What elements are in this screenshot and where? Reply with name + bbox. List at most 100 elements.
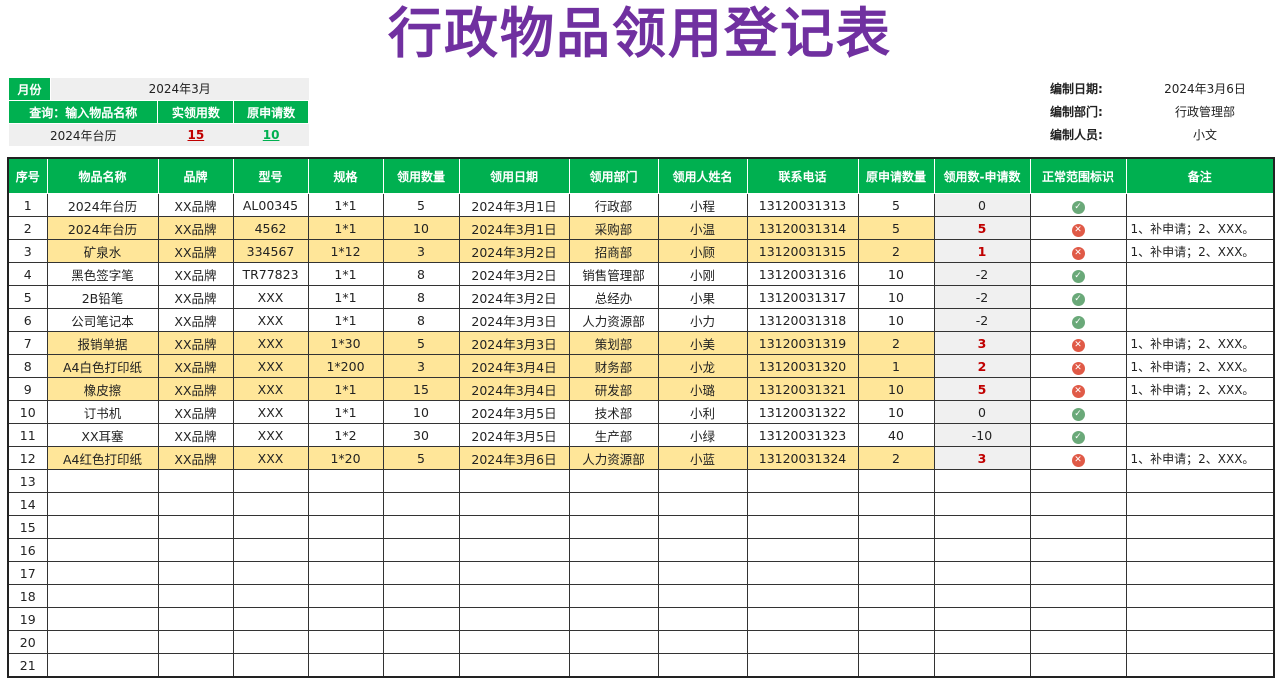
cell-model[interactable]: AL00345 bbox=[232, 193, 309, 217]
empty-cell[interactable] bbox=[857, 469, 935, 493]
empty-cell[interactable] bbox=[307, 561, 384, 585]
cell-spec[interactable]: 1*1 bbox=[307, 377, 384, 401]
cell-spec[interactable]: 1*30 bbox=[307, 331, 384, 355]
cell-note[interactable]: 1、补申请；2、XXX。 bbox=[1125, 446, 1275, 470]
empty-cell[interactable] bbox=[157, 584, 234, 608]
cell-dept[interactable]: 策划部 bbox=[568, 331, 659, 355]
cell-name[interactable]: 橡皮擦 bbox=[46, 377, 159, 401]
empty-cell[interactable] bbox=[568, 515, 659, 539]
cell-dept[interactable]: 采购部 bbox=[568, 216, 659, 240]
empty-cell[interactable] bbox=[458, 469, 570, 493]
empty-cell[interactable] bbox=[307, 653, 384, 678]
cell-req[interactable]: 5 bbox=[857, 193, 935, 217]
cell-phone[interactable]: 13120031323 bbox=[746, 423, 859, 447]
empty-cell[interactable] bbox=[568, 469, 659, 493]
empty-cell[interactable] bbox=[657, 492, 748, 516]
cell-no[interactable]: 9 bbox=[7, 377, 48, 401]
table-row[interactable]: 10 订书机 XX品牌 XXX 1*1 10 2024年3月5日 技术部 小利 131200313… bbox=[7, 400, 1275, 424]
cell-qty[interactable]: 10 bbox=[382, 400, 460, 424]
cell-name[interactable]: 订书机 bbox=[46, 400, 159, 424]
cell-name[interactable]: 黑色签字笔 bbox=[46, 262, 159, 286]
empty-cell[interactable] bbox=[382, 492, 460, 516]
cell-name[interactable]: A4白色打印纸 bbox=[46, 354, 159, 378]
empty-cell[interactable] bbox=[46, 607, 159, 631]
cell-person[interactable]: 小龙 bbox=[657, 354, 748, 378]
cell-model[interactable]: TR77823 bbox=[232, 262, 309, 286]
empty-cell[interactable] bbox=[157, 538, 234, 562]
cell-req[interactable]: 1 bbox=[857, 354, 935, 378]
person-value[interactable]: 小文 bbox=[1130, 126, 1280, 143]
cell-diff[interactable]: 5 bbox=[933, 377, 1031, 401]
empty-cell[interactable] bbox=[458, 584, 570, 608]
empty-cell[interactable] bbox=[1029, 630, 1127, 654]
cell-date[interactable]: 2024年3月4日 bbox=[458, 354, 570, 378]
cell-req[interactable]: 40 bbox=[857, 423, 935, 447]
empty-cell[interactable] bbox=[458, 561, 570, 585]
empty-cell[interactable] bbox=[568, 607, 659, 631]
empty-cell[interactable] bbox=[157, 492, 234, 516]
empty-cell[interactable] bbox=[1029, 653, 1127, 678]
empty-cell[interactable] bbox=[1029, 607, 1127, 631]
empty-cell[interactable] bbox=[746, 515, 859, 539]
cell-brand[interactable]: XX品牌 bbox=[157, 193, 234, 217]
cell-note[interactable] bbox=[1125, 423, 1275, 447]
empty-cell[interactable] bbox=[568, 561, 659, 585]
empty-cell[interactable] bbox=[933, 630, 1031, 654]
empty-cell[interactable] bbox=[746, 538, 859, 562]
cell-no[interactable]: 14 bbox=[7, 492, 48, 516]
empty-cell[interactable] bbox=[568, 584, 659, 608]
cell-name[interactable]: A4红色打印纸 bbox=[46, 446, 159, 470]
cell-diff[interactable]: 3 bbox=[933, 446, 1031, 470]
cell-no[interactable]: 10 bbox=[7, 400, 48, 424]
empty-cell[interactable] bbox=[933, 653, 1031, 678]
empty-cell[interactable] bbox=[933, 561, 1031, 585]
cell-no[interactable]: 3 bbox=[7, 239, 48, 263]
empty-row[interactable]: 19 bbox=[7, 607, 1275, 631]
cell-no[interactable]: 13 bbox=[7, 469, 48, 493]
empty-cell[interactable] bbox=[1029, 515, 1127, 539]
empty-cell[interactable] bbox=[232, 538, 309, 562]
cell-req[interactable]: 2 bbox=[857, 239, 935, 263]
empty-cell[interactable] bbox=[1029, 584, 1127, 608]
cell-qty[interactable]: 8 bbox=[382, 308, 460, 332]
cell-brand[interactable]: XX品牌 bbox=[157, 262, 234, 286]
empty-cell[interactable] bbox=[157, 469, 234, 493]
cell-date[interactable]: 2024年3月2日 bbox=[458, 262, 570, 286]
cell-qty[interactable]: 10 bbox=[382, 216, 460, 240]
empty-cell[interactable] bbox=[857, 607, 935, 631]
empty-cell[interactable] bbox=[46, 653, 159, 678]
cell-phone[interactable]: 13120031315 bbox=[746, 239, 859, 263]
cell-dept[interactable]: 生产部 bbox=[568, 423, 659, 447]
cell-dept[interactable]: 技术部 bbox=[568, 400, 659, 424]
cell-req[interactable]: 10 bbox=[857, 400, 935, 424]
cell-req[interactable]: 2 bbox=[857, 446, 935, 470]
empty-cell[interactable] bbox=[307, 607, 384, 631]
empty-cell[interactable] bbox=[232, 492, 309, 516]
table-row[interactable]: 3 矿泉水 XX品牌 334567 1*12 3 2024年3月2日 招商部 小顾 1312003… bbox=[7, 239, 1275, 263]
table-row[interactable]: 12 A4红色打印纸 XX品牌 XXX 1*20 5 2024年3月6日 人力资源部 小蓝 131… bbox=[7, 446, 1275, 470]
empty-cell[interactable] bbox=[568, 492, 659, 516]
table-row[interactable]: 7 报销单据 XX品牌 XXX 1*30 5 2024年3月3日 策划部 小美 131200313… bbox=[7, 331, 1275, 355]
empty-row[interactable]: 21 bbox=[7, 653, 1275, 678]
empty-cell[interactable] bbox=[382, 653, 460, 678]
table-row[interactable]: 6 公司笔记本 XX品牌 XXX 1*1 8 2024年3月3日 人力资源部 小力 1312003… bbox=[7, 308, 1275, 332]
empty-cell[interactable] bbox=[1125, 561, 1275, 585]
cell-name[interactable]: 公司笔记本 bbox=[46, 308, 159, 332]
cell-date[interactable]: 2024年3月5日 bbox=[458, 400, 570, 424]
cell-note[interactable]: 1、补申请；2、XXX。 bbox=[1125, 331, 1275, 355]
empty-cell[interactable] bbox=[933, 515, 1031, 539]
cell-req[interactable]: 2 bbox=[857, 331, 935, 355]
empty-cell[interactable] bbox=[232, 584, 309, 608]
empty-cell[interactable] bbox=[933, 492, 1031, 516]
empty-cell[interactable] bbox=[458, 607, 570, 631]
cell-brand[interactable]: XX品牌 bbox=[157, 331, 234, 355]
cell-date[interactable]: 2024年3月3日 bbox=[458, 308, 570, 332]
empty-cell[interactable] bbox=[1125, 584, 1275, 608]
empty-cell[interactable] bbox=[933, 584, 1031, 608]
cell-qty[interactable]: 5 bbox=[382, 331, 460, 355]
cell-note[interactable] bbox=[1125, 193, 1275, 217]
cell-req[interactable]: 5 bbox=[857, 216, 935, 240]
cell-no[interactable]: 21 bbox=[7, 653, 48, 678]
cell-spec[interactable]: 1*1 bbox=[307, 262, 384, 286]
empty-cell[interactable] bbox=[746, 630, 859, 654]
